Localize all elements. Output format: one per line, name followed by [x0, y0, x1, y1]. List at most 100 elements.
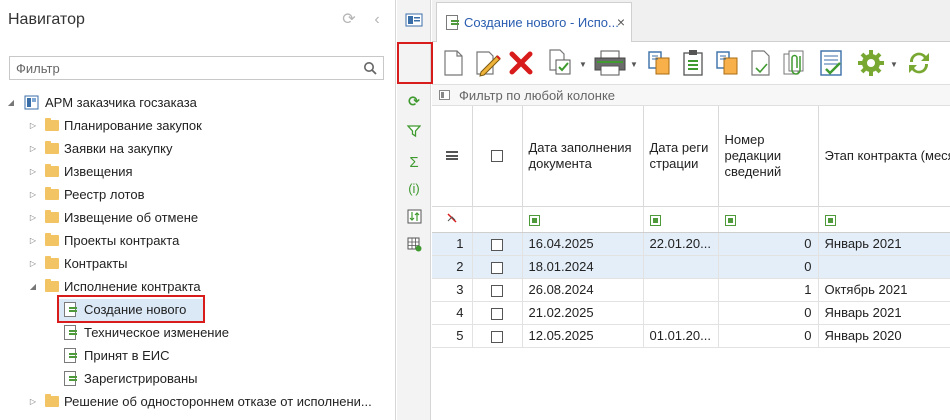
row-checkbox[interactable]	[491, 238, 503, 251]
clipboard-button[interactable]	[678, 48, 708, 78]
tree-item-unilateral-refusal[interactable]: ▷ Решение об одностороннем отказе от исп…	[0, 391, 396, 413]
gear-icon[interactable]	[856, 48, 886, 78]
navigator-panel: Навигатор ⟳ ‹ ◢ АРМ заказчика госзаказа …	[0, 0, 396, 420]
highlight-frame	[57, 295, 205, 323]
chevron-down-icon[interactable]: ▼	[630, 60, 638, 69]
cell-edition: 0	[718, 232, 819, 256]
navigator-filter-input[interactable]	[10, 57, 350, 79]
copy-document-button[interactable]	[644, 48, 674, 78]
info-icon[interactable]: (i)	[405, 180, 423, 198]
tree-item-label: Планирование закупок	[64, 118, 202, 133]
folder-icon	[45, 256, 59, 269]
cell-date-reg: 01.01.20...	[643, 324, 719, 348]
highlight-frame	[397, 42, 433, 84]
paste-document-button[interactable]	[712, 48, 742, 78]
filter-icon[interactable]	[528, 214, 540, 226]
collapsed-arrow-icon[interactable]: ▷	[28, 207, 38, 229]
filter-cell[interactable]	[718, 206, 819, 233]
sum-icon[interactable]: Σ	[405, 154, 423, 172]
filter-cell[interactable]	[522, 206, 644, 233]
refresh-icon[interactable]: ⟳	[340, 11, 358, 29]
expanded-arrow-icon[interactable]: ◢	[6, 92, 16, 114]
tree-item-label: Решение об одностороннем отказе от испол…	[64, 394, 372, 409]
collapsed-arrow-icon[interactable]: ▷	[28, 391, 38, 413]
table-row[interactable]: 1 16.04.2025 22.01.20... 0 Январь 2021	[432, 232, 950, 256]
row-checkbox[interactable]	[491, 330, 503, 343]
row-checkbox[interactable]	[491, 284, 503, 297]
column-header[interactable]: Этап контракта (месяц)	[818, 106, 950, 207]
collapsed-arrow-icon[interactable]: ▷	[28, 138, 38, 160]
collapsed-arrow-icon[interactable]: ▷	[28, 161, 38, 183]
sync-button[interactable]	[904, 48, 934, 78]
search-icon[interactable]	[363, 61, 377, 75]
grid-filter-input[interactable]	[459, 86, 859, 104]
tree-item-label: Извещение об отмене	[64, 210, 199, 225]
close-icon[interactable]: ×	[617, 14, 625, 30]
filter-icon[interactable]	[724, 214, 736, 226]
filter-cell[interactable]	[818, 206, 950, 233]
approve-document-button[interactable]	[546, 48, 576, 78]
chevron-down-icon[interactable]: ▼	[890, 60, 898, 69]
menu-icon[interactable]	[445, 150, 458, 160]
navigator-title: Навигатор	[8, 11, 85, 28]
select-all-checkbox[interactable]	[491, 150, 503, 163]
tree-item-label: Техническое изменение	[84, 325, 229, 340]
tree-item-registered[interactable]: Зарегистрированы	[58, 368, 388, 390]
row-number: 2	[432, 255, 473, 279]
tree-item-notices[interactable]: ▷ Извещения	[0, 161, 396, 183]
checklist-button[interactable]	[816, 48, 846, 78]
filter-panel-icon[interactable]	[439, 90, 450, 100]
attachment-button[interactable]	[780, 48, 810, 78]
column-header[interactable]: Дата регистрации	[643, 106, 719, 207]
folder-icon	[45, 187, 59, 200]
table-row[interactable]: 3 26.08.2024 1 Октябрь 2021	[432, 278, 950, 302]
clear-filter-icon[interactable]	[432, 206, 473, 233]
navigator-toggle-icon[interactable]	[405, 12, 423, 30]
collapsed-arrow-icon[interactable]: ▷	[28, 184, 38, 206]
column-header[interactable]: Номер редакции сведений	[718, 106, 819, 207]
table-row[interactable]: 4 21.02.2025 0 Январь 2021	[432, 301, 950, 325]
tree-item-cancel-notice[interactable]: ▷ Извещение об отмене	[0, 207, 396, 229]
cell-edition: 0	[718, 255, 819, 279]
print-button[interactable]	[592, 48, 628, 78]
tree-item-contracts[interactable]: ▷ Контракты	[0, 253, 396, 275]
row-checkbox[interactable]	[491, 307, 503, 320]
table-row[interactable]: 2 18.01.2024 0	[432, 255, 950, 279]
column-menu-header[interactable]	[432, 106, 473, 207]
tree-item-planning[interactable]: ▷ Планирование закупок	[0, 115, 396, 137]
select-all-header[interactable]	[472, 106, 523, 207]
expanded-arrow-icon[interactable]: ◢	[28, 276, 38, 298]
grid-settings-icon[interactable]	[405, 237, 423, 255]
document-icon	[446, 15, 459, 30]
filter-icon[interactable]	[824, 214, 836, 226]
tree-item-contract-drafts[interactable]: ▷ Проекты контракта	[0, 230, 396, 252]
table-row[interactable]: 5 12.05.2025 01.01.20... 0 Январь 2020	[432, 324, 950, 348]
new-document-button[interactable]	[438, 48, 468, 78]
sort-icon[interactable]	[405, 209, 423, 227]
row-checkbox[interactable]	[491, 261, 503, 274]
chevron-down-icon[interactable]: ▼	[579, 60, 587, 69]
tab-create-new[interactable]: Создание нового - Испо... ×	[436, 2, 632, 42]
tree-item-label: Заявки на закупку	[64, 141, 173, 156]
collapsed-arrow-icon[interactable]: ▷	[28, 115, 38, 137]
column-header[interactable]: Дата заполнения документа	[522, 106, 644, 207]
filter-icon[interactable]	[649, 214, 661, 226]
collapsed-arrow-icon[interactable]: ▷	[28, 230, 38, 252]
navigator-filter	[9, 56, 384, 80]
refresh-icon[interactable]: ⟳	[405, 92, 423, 110]
collapse-left-icon[interactable]: ‹	[368, 11, 386, 29]
export-document-button[interactable]	[746, 48, 776, 78]
edit-document-button[interactable]	[472, 48, 502, 78]
tree-item-requests[interactable]: ▷ Заявки на закупку	[0, 138, 396, 160]
tree-item-technical-change[interactable]: Техническое изменение	[58, 322, 388, 344]
tree-item-lots[interactable]: ▷ Реестр лотов	[0, 184, 396, 206]
collapsed-arrow-icon[interactable]: ▷	[28, 253, 38, 275]
cell-date-fill: 26.08.2024	[522, 278, 644, 302]
filter-cell[interactable]	[643, 206, 719, 233]
folder-icon	[45, 118, 59, 131]
tree-root[interactable]: ◢ АРМ заказчика госзаказа	[0, 92, 396, 114]
delete-button[interactable]	[506, 48, 536, 78]
tree-item-label: Проекты контракта	[64, 233, 180, 248]
filter-icon[interactable]	[405, 124, 423, 142]
tree-item-accepted-eis[interactable]: Принят в ЕИС	[58, 345, 388, 367]
